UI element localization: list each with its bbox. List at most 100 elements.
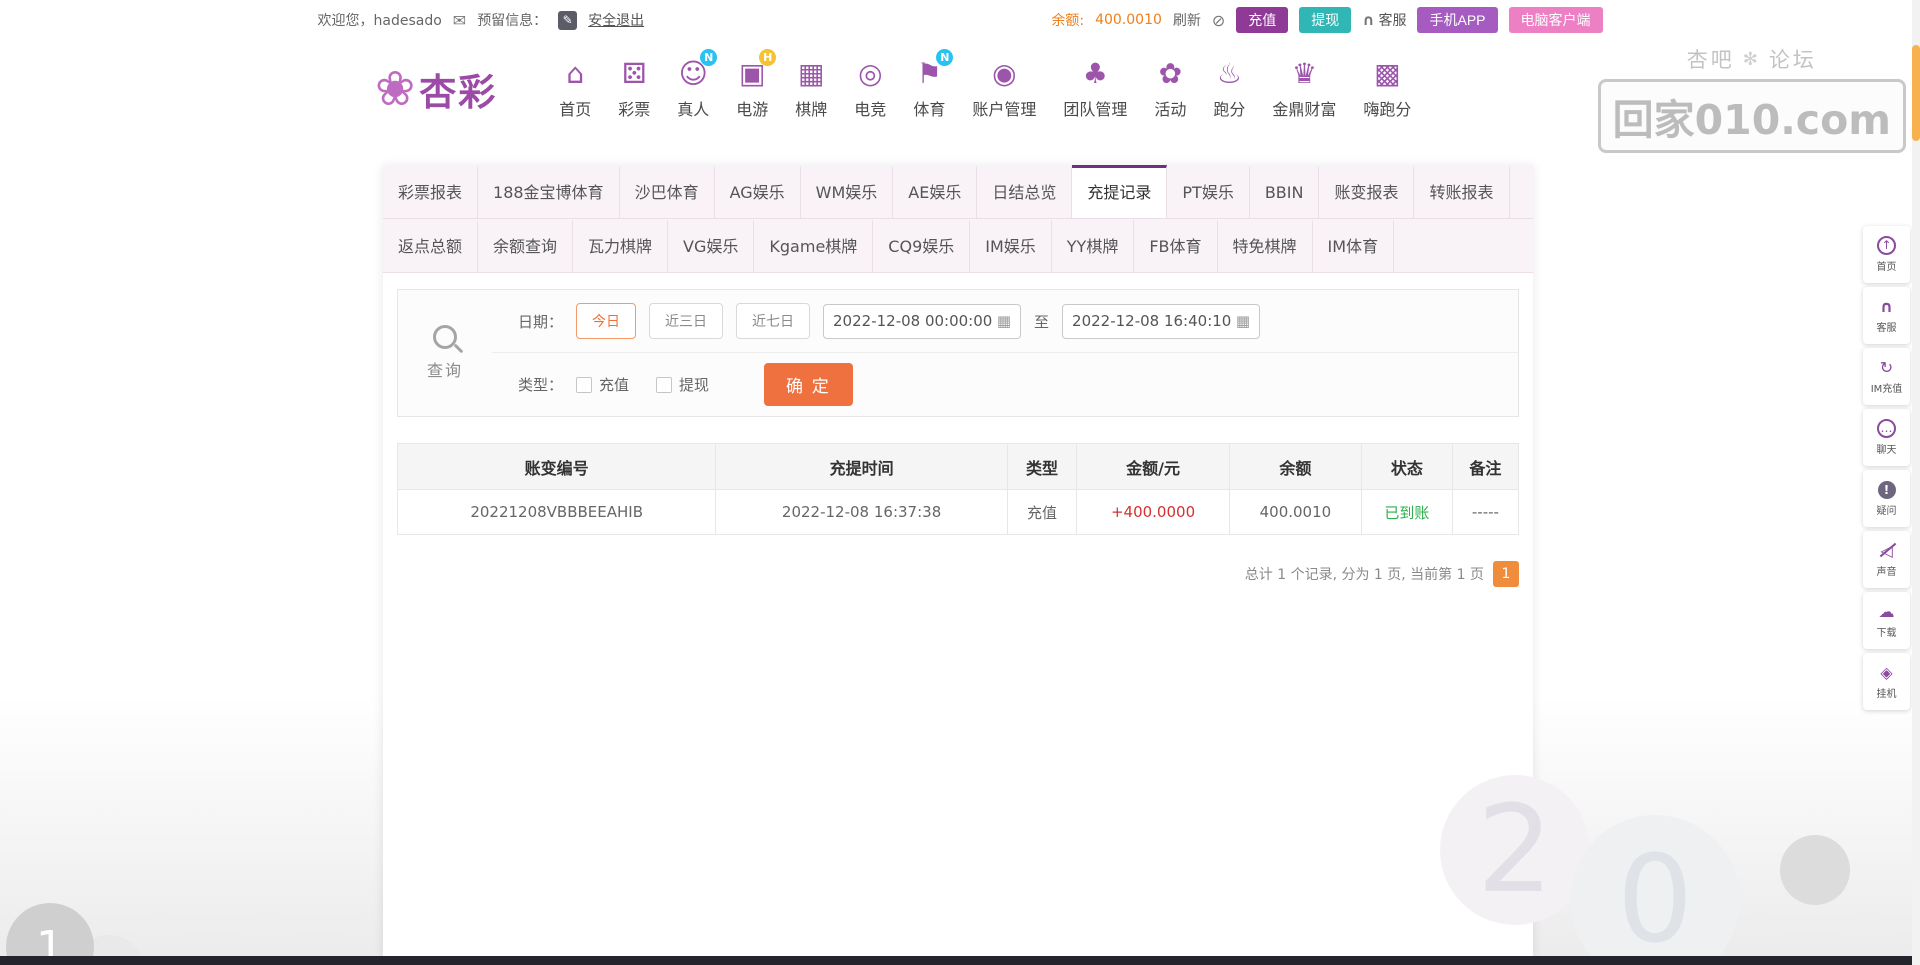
tab-shaba-sports[interactable]: 沙巴体育 — [620, 165, 715, 218]
watermark-site-left: 杏吧 — [1686, 48, 1735, 72]
nav-item-esports[interactable]: ◎ 电竞 — [854, 57, 886, 120]
tab-temian-board[interactable]: 特免棋牌 — [1218, 219, 1313, 272]
tab-ae-entertainment[interactable]: AE娱乐 — [893, 165, 978, 218]
eye-off-icon[interactable]: ⊘ — [1212, 11, 1225, 30]
refresh-link[interactable]: 刷新 — [1173, 10, 1201, 30]
tab-rebate-total[interactable]: 返点总额 — [383, 219, 479, 272]
customer-service-link[interactable]: ∩ 客服 — [1362, 10, 1406, 30]
tab-lottery-report[interactable]: 彩票报表 — [383, 165, 479, 218]
nav-item-label: 真人 — [677, 100, 710, 119]
type-label: 类型： — [518, 376, 564, 394]
tab-188jinbaobo-sports[interactable]: 188金宝博体育 — [478, 165, 620, 218]
cell-balance: 400.0010 — [1228, 489, 1363, 535]
tab-deposit-withdraw-records[interactable]: 充提记录 — [1072, 165, 1168, 218]
side-item-hangup[interactable]: ◈ 挂机 — [1863, 653, 1910, 710]
tab-wm-entertainment[interactable]: WM娱乐 — [801, 165, 894, 218]
quick-today-button[interactable]: 今日 — [576, 303, 637, 339]
cell-time: 2022-12-08 16:37:38 — [715, 489, 1008, 535]
quick-3days-button[interactable]: 近三日 — [649, 303, 724, 339]
watermark-site-right: 论坛 — [1768, 48, 1817, 72]
tab-bbin[interactable]: BBIN — [1250, 165, 1320, 218]
date-from-input[interactable]: 2022-12-08 00:00:00 ▦ — [823, 303, 1022, 339]
side-item-label: 客服 — [1876, 323, 1897, 334]
nav-item-activity[interactable]: ✿ 活动 — [1154, 57, 1186, 120]
deposit-button[interactable]: 充值 — [1236, 7, 1289, 33]
hangup-gem-icon: ◈ — [1880, 663, 1893, 682]
question-icon: ! — [1877, 480, 1896, 499]
nav-item-jinding-wealth[interactable]: ♛ 金鼎财富 — [1272, 57, 1336, 120]
nav-item-team-management[interactable]: ♣ 团队管理 — [1063, 57, 1127, 120]
page-1-button[interactable]: 1 — [1493, 561, 1519, 587]
nav-item-account-management[interactable]: ◉ 账户管理 — [972, 57, 1036, 120]
decor-balloon-0: 0 — [1570, 815, 1740, 965]
side-item-chat[interactable]: … 聊天 — [1863, 409, 1910, 466]
wings-ornament-icon: ✻ — [1742, 48, 1761, 70]
watermark-domain: 回家010.com — [1597, 79, 1906, 153]
deposit-checkbox-label[interactable]: 充值 — [599, 374, 629, 395]
tab-im-sports[interactable]: IM体育 — [1313, 219, 1395, 272]
home-icon: ⌂ — [566, 57, 585, 90]
nav-badge-h: H — [759, 49, 777, 66]
esports-icon: ◎ — [858, 57, 883, 90]
confirm-button[interactable]: 确 定 — [764, 363, 853, 406]
scrollbar-track[interactable] — [1912, 0, 1920, 965]
tab-kgame-board[interactable]: Kgame棋牌 — [754, 219, 874, 272]
nav-item-live[interactable]: ☺ N 真人 — [677, 49, 718, 120]
side-item-label: 声音 — [1876, 567, 1897, 578]
footer-strip — [0, 956, 1920, 965]
withdraw-checkbox[interactable] — [656, 376, 673, 393]
nav-item-hi-paofen[interactable]: ▩ 嗨跑分 — [1363, 57, 1411, 120]
edit-icon[interactable]: ✎ — [558, 10, 578, 30]
cell-type: 充值 — [1006, 489, 1078, 535]
tab-account-change-report[interactable]: 账变报表 — [1319, 165, 1415, 218]
side-item-download[interactable]: ☁ 下载 — [1863, 592, 1910, 649]
side-item-customer-service[interactable]: ∩ 客服 — [1863, 287, 1910, 344]
headset-icon: ∩ — [1362, 11, 1375, 29]
nav-item-label: 首页 — [559, 100, 592, 119]
nav-item-lottery[interactable]: ⚄ 彩票 — [618, 57, 650, 120]
table-header-row: 账变编号 充提时间 类型 金额/元 余额 状态 备注 — [396, 443, 1520, 490]
side-item-home[interactable]: ↑ 首页 — [1863, 226, 1910, 283]
deposit-checkbox[interactable] — [576, 376, 593, 393]
nav-item-sports[interactable]: ⚑ N 体育 — [913, 49, 954, 120]
withdraw-button[interactable]: 提现 — [1299, 7, 1352, 33]
calendar-icon: ▦ — [1235, 312, 1251, 330]
date-to-input[interactable]: 2022-12-08 16:40:10 ▦ — [1062, 303, 1261, 339]
quick-7days-button[interactable]: 近七日 — [736, 303, 811, 339]
tab-yy-board[interactable]: YY棋牌 — [1052, 219, 1135, 272]
envelope-icon[interactable]: ✉ — [453, 11, 466, 30]
side-item-question[interactable]: ! 疑问 — [1863, 470, 1910, 527]
mobile-app-button[interactable]: 手机APP — [1417, 7, 1498, 33]
brand-logo[interactable]: ❀ 杏彩 — [375, 62, 497, 116]
nav-item-board-games[interactable]: ▦ 棋牌 — [795, 57, 827, 120]
topbar: 欢迎您，hadesado ✉ 预留信息： ✎ 安全退出 余额: 400.0010… — [318, 0, 1603, 40]
lottery-icon: ⚄ — [622, 57, 647, 90]
nav-item-label: 电游 — [736, 100, 769, 119]
withdraw-checkbox-label[interactable]: 提现 — [679, 374, 709, 395]
logout-link[interactable]: 安全退出 — [588, 10, 644, 30]
scrollbar-thumb[interactable] — [1912, 45, 1920, 141]
tab-pt-entertainment[interactable]: PT娱乐 — [1167, 165, 1250, 218]
side-item-sound[interactable]: ◁ 声音 — [1863, 531, 1910, 588]
nav-item-egame[interactable]: ▣ H 电游 — [736, 49, 777, 120]
decor-balloon-2: 2 — [1440, 775, 1590, 925]
side-item-label: 聊天 — [1876, 445, 1897, 456]
nav-item-home[interactable]: ⌂ 首页 — [559, 57, 591, 120]
tab-wali-board[interactable]: 瓦力棋牌 — [573, 219, 669, 272]
board-games-icon: ▦ — [798, 57, 825, 90]
pc-client-button[interactable]: 电脑客户端 — [1508, 7, 1603, 33]
side-item-im-recharge[interactable]: ↻ IM充值 — [1863, 348, 1910, 405]
tab-cq9-entertainment[interactable]: CQ9娱乐 — [873, 219, 971, 272]
site-watermark: 杏吧 ✻ 论坛 回家010.com — [1597, 44, 1906, 153]
tab-ag-entertainment[interactable]: AG娱乐 — [715, 165, 801, 218]
tab-vg-entertainment[interactable]: VG娱乐 — [668, 219, 755, 272]
decor-balloon-small — [1780, 835, 1850, 905]
tab-daily-summary[interactable]: 日结总览 — [977, 165, 1073, 218]
tab-im-entertainment[interactable]: IM娱乐 — [970, 219, 1052, 272]
nav-item-paofen[interactable]: ♨ 跑分 — [1213, 57, 1245, 120]
tab-fb-sports[interactable]: FB体育 — [1134, 219, 1218, 272]
search-icon — [433, 325, 457, 349]
tab-transfer-report[interactable]: 转账报表 — [1414, 165, 1510, 218]
tab-balance-query[interactable]: 余额查询 — [478, 219, 574, 272]
pagination: 总计 1 个记录, 分为 1 页, 当前第 1 页 1 — [397, 561, 1519, 587]
